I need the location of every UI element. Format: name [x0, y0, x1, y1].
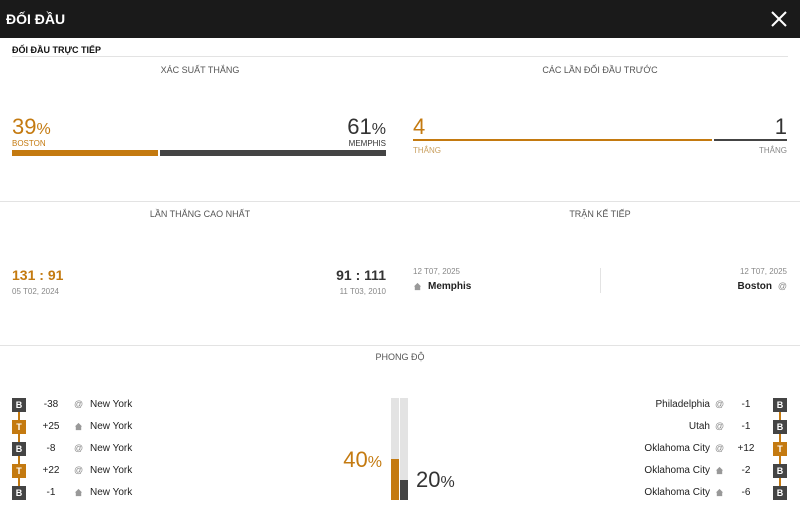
score-diff: +25 [42, 421, 60, 432]
score-diff: -2 [741, 465, 751, 476]
score-diff: -1 [46, 487, 56, 498]
win-prob-left-bar [12, 150, 158, 156]
at-icon: @ [74, 465, 84, 475]
previous-left-sub: THẮNG [413, 146, 441, 155]
result-badge: B [12, 398, 26, 412]
opponent-team[interactable]: New York [90, 443, 132, 454]
form-connector [18, 456, 20, 464]
previous-right-value: 1 [774, 114, 787, 139]
form-connector [18, 434, 20, 442]
biggest-win-left-score: 131 : 91 [12, 267, 64, 283]
biggest-win-left-date: 05 T02, 2024 [12, 287, 60, 296]
previous-left-bar [413, 139, 712, 141]
home-icon [715, 488, 724, 497]
next-match-left-team[interactable]: Memphis [428, 281, 471, 292]
result-badge: B [12, 442, 26, 456]
opponent-team[interactable]: New York [90, 487, 132, 498]
result-badge: B [773, 420, 787, 434]
previous-label: CÁC LẦN ĐỐI ĐẦU TRƯỚC [542, 65, 658, 75]
next-match-left-date: 12 T07, 2025 [413, 267, 461, 276]
home-icon [74, 488, 83, 497]
at-icon: @ [715, 399, 725, 409]
close-icon[interactable] [770, 10, 788, 28]
score-diff: +22 [42, 465, 60, 476]
score-diff: -1 [741, 421, 751, 432]
previous-right-bar [714, 139, 787, 141]
score-diff: -38 [43, 399, 59, 410]
home-icon [715, 466, 724, 475]
score-diff: -8 [46, 443, 56, 454]
next-match-label: TRẬN KẾ TIẾP [569, 209, 631, 219]
opponent-team[interactable]: Utah [689, 421, 710, 432]
modal-header: ĐỐI ĐẦU [0, 0, 800, 38]
form-connector [779, 456, 781, 464]
result-badge: B [773, 464, 787, 478]
form-connector [779, 412, 781, 420]
win-prob-right-team: MEMPHIS [348, 139, 386, 148]
opponent-team[interactable]: Philadelphia [656, 399, 711, 410]
opponent-team[interactable]: Oklahoma City [644, 487, 710, 498]
score-diff: -6 [741, 487, 751, 498]
at-icon: @ [715, 421, 725, 431]
form-left-fill [391, 459, 399, 500]
divider [0, 201, 800, 202]
form-connector [18, 478, 20, 486]
opponent-team[interactable]: Oklahoma City [644, 465, 710, 476]
score-diff: -1 [741, 399, 751, 410]
previous-right-sub: THẮNG [759, 146, 787, 155]
form-right-pct: 20% [416, 467, 455, 492]
form-connector [779, 478, 781, 486]
win-prob-left: 39% [12, 114, 51, 139]
form-label: PHONG ĐỘ [375, 352, 425, 362]
score-diff: +12 [737, 443, 755, 454]
section-subtitle: ĐỐI ĐẦU TRỰC TIẾP [12, 45, 101, 55]
result-badge: B [773, 398, 787, 412]
result-badge: T [773, 442, 787, 456]
form-left-pct: 40% [343, 447, 382, 472]
opponent-team[interactable]: New York [90, 465, 132, 476]
opponent-team[interactable]: New York [90, 421, 132, 432]
divider [600, 268, 601, 293]
modal-title: ĐỐI ĐẦU [6, 11, 66, 27]
result-badge: T [12, 420, 26, 434]
opponent-team[interactable]: Oklahoma City [644, 443, 710, 454]
next-match-right-team[interactable]: Boston [738, 281, 772, 292]
form-connector [779, 434, 781, 442]
win-prob-left-team: BOSTON [12, 139, 46, 148]
result-badge: T [12, 464, 26, 478]
result-badge: B [773, 486, 787, 500]
win-prob-label: XÁC SUẤT THẮNG [160, 65, 240, 75]
form-right-fill [400, 480, 408, 500]
home-icon [74, 422, 83, 431]
opponent-team[interactable]: New York [90, 399, 132, 410]
result-badge: B [12, 486, 26, 500]
at-icon: @ [74, 443, 84, 453]
divider [12, 56, 788, 57]
win-prob-right-bar [160, 150, 386, 156]
next-match-right-date: 12 T07, 2025 [739, 267, 787, 276]
home-icon [413, 282, 422, 291]
form-connector [18, 412, 20, 420]
biggest-win-right-score: 91 : 111 [336, 267, 386, 283]
win-prob-right: 61% [347, 114, 386, 139]
biggest-win-label: LẦN THẮNG CAO NHẤT [149, 209, 251, 219]
at-icon: @ [715, 443, 725, 453]
previous-left-value: 4 [413, 114, 426, 139]
at-icon: @ [74, 399, 84, 409]
at-icon: @ [777, 281, 787, 291]
biggest-win-right-date: 11 T03, 2010 [339, 287, 386, 296]
divider [0, 345, 800, 346]
